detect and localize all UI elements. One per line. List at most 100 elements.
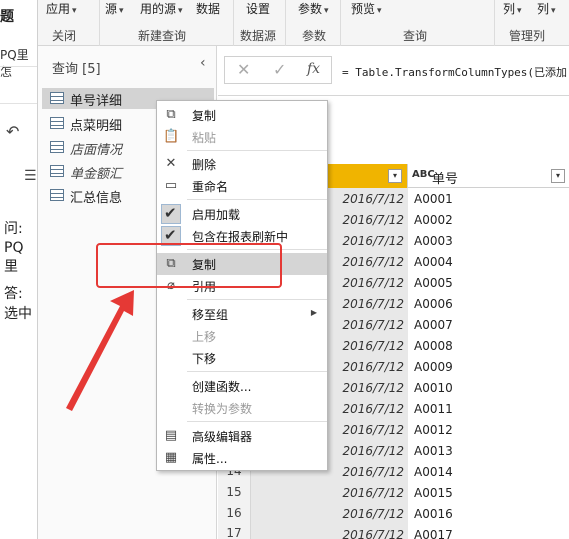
date-cell[interactable]: 2016/7/12 xyxy=(342,213,404,227)
menu-label: 创建函数... xyxy=(192,380,252,394)
menu-label: 启用加载 xyxy=(192,208,241,222)
used-sources-label: 用的源 xyxy=(140,2,177,16)
date-cell[interactable]: 2016/7/12 xyxy=(342,402,404,416)
menu-label: 下移 xyxy=(192,352,217,366)
apply-button[interactable]: 应用 ▾ xyxy=(46,0,77,17)
menu-item-paste[interactable]: 📋 粘贴 xyxy=(157,126,327,148)
order-code-cell[interactable]: A0012 xyxy=(414,423,453,437)
question-label: 问: xyxy=(4,221,23,237)
menu-item-enable-load[interactable]: ✔ 启用加载 xyxy=(157,203,327,225)
menu-separator xyxy=(187,421,327,422)
order-code-cell[interactable]: A0007 xyxy=(414,318,453,332)
order-code-cell[interactable]: A0013 xyxy=(414,444,453,458)
date-cell[interactable]: 2016/7/12 xyxy=(342,276,404,290)
order-code-cell[interactable]: A0011 xyxy=(414,402,453,416)
chevron-down-icon: ▾ xyxy=(377,6,382,16)
order-code-cell[interactable]: A0001 xyxy=(414,192,453,206)
paste-icon: 📋 xyxy=(163,129,180,144)
divider xyxy=(0,103,37,104)
date-cell[interactable]: 2016/7/12 xyxy=(342,486,404,500)
source-button[interactable]: 源 ▾ xyxy=(105,0,124,17)
rename-icon: ▭ xyxy=(164,178,178,193)
align-icon[interactable]: ☰ xyxy=(24,168,37,184)
ribbon-group-data-source: 设置 数据源 xyxy=(234,0,286,46)
menu-item-move-to-group[interactable]: 移至组 ▶ xyxy=(157,303,327,325)
menu-item-create-function[interactable]: 创建函数... xyxy=(157,375,327,397)
undo-icon[interactable]: ↶ xyxy=(6,122,19,141)
group-label-parameters: 参数 xyxy=(302,29,327,43)
chevron-down-icon: ▾ xyxy=(517,6,522,16)
ribbon-group-new-query: 源 ▾ 用的源 ▾ 数据 新建查询 xyxy=(100,0,234,46)
order-code-cell[interactable]: A0016 xyxy=(414,507,453,521)
doc-tab[interactable]: PQ里怎 xyxy=(0,46,37,80)
menu-label: 复制 xyxy=(192,109,217,123)
collapse-pane-icon[interactable]: ‹ xyxy=(200,55,206,71)
order-code-cell[interactable]: A0004 xyxy=(414,255,453,269)
menu-item-rename[interactable]: ▭ 重命名 xyxy=(157,175,327,197)
menu-item-move-up[interactable]: 上移 xyxy=(157,325,327,347)
confirm-icon[interactable]: ✓ xyxy=(273,60,286,79)
date-cell[interactable]: 2016/7/12 xyxy=(342,297,404,311)
column-header-label: 单号 xyxy=(432,172,459,187)
date-cell[interactable]: 2016/7/12 xyxy=(342,444,404,458)
date-cell[interactable]: 2016/7/12 xyxy=(342,423,404,437)
menu-item-copy[interactable]: ⧉ 复制 xyxy=(157,104,327,126)
query-label: 单号详细 xyxy=(70,94,123,109)
menu-item-move-down[interactable]: 下移 xyxy=(157,347,327,369)
column-header-order-no[interactable]: ABC 单号 ▾ xyxy=(408,164,569,188)
menu-item-properties[interactable]: ▦ 属性... xyxy=(157,447,327,469)
menu-label: 删除 xyxy=(192,158,217,172)
query-label: 店面情况 xyxy=(70,143,123,158)
group-label-query: 查询 xyxy=(403,29,428,43)
params-button[interactable]: 参数 ▾ xyxy=(298,0,329,17)
column-button-1[interactable]: 列 ▾ xyxy=(503,0,522,17)
date-cell[interactable]: 2016/7/12 xyxy=(342,381,404,395)
copy-icon: ⧉ xyxy=(166,107,176,122)
order-code-cell[interactable]: A0003 xyxy=(414,234,453,248)
preview-button[interactable]: 预览 ▾ xyxy=(351,0,382,17)
order-code-cell[interactable]: A0002 xyxy=(414,213,453,227)
order-code-cell[interactable]: A0010 xyxy=(414,381,453,395)
formula-bar: ✕ ✓ fx = Table.TransformColumnTypes(已添加 xyxy=(218,46,569,96)
date-cell[interactable]: 2016/7/12 xyxy=(342,528,404,539)
order-code-cell[interactable]: A0017 xyxy=(414,528,453,539)
ribbon-group-manage-columns: 列 ▾ 列 ▾ 管理列 xyxy=(495,0,569,46)
filter-dropdown-icon[interactable]: ▾ xyxy=(388,169,402,183)
order-code-cell[interactable]: A0008 xyxy=(414,339,453,353)
menu-item-advanced-editor[interactable]: ▤ 高级编辑器 xyxy=(157,425,327,447)
settings-button[interactable]: 设置 xyxy=(246,0,270,17)
data-button[interactable]: 数据 xyxy=(196,0,220,17)
menu-label: 高级编辑器 xyxy=(192,430,253,444)
table-icon xyxy=(50,117,64,129)
date-cell[interactable]: 2016/7/12 xyxy=(342,507,404,521)
order-code-cell[interactable]: A0015 xyxy=(414,486,453,500)
menu-separator xyxy=(187,299,327,300)
date-cell[interactable]: 2016/7/12 xyxy=(342,318,404,332)
date-cell[interactable]: 2016/7/12 xyxy=(342,255,404,269)
queries-pane-title: 查询 [5] xyxy=(52,62,101,77)
filter-dropdown-icon[interactable]: ▾ xyxy=(551,169,565,183)
function-icon[interactable]: fx xyxy=(307,61,320,77)
date-cell[interactable]: 2016/7/12 xyxy=(342,234,404,248)
date-cell[interactable]: 2016/7/12 xyxy=(342,465,404,479)
column-label-1: 列 xyxy=(503,2,516,16)
date-cell[interactable]: 2016/7/12 xyxy=(342,360,404,374)
formula-input[interactable]: = Table.TransformColumnTypes(已添加 xyxy=(342,64,567,80)
menu-item-delete[interactable]: ✕ 删除 xyxy=(157,153,327,175)
used-sources-button[interactable]: 用的源 ▾ xyxy=(140,0,183,17)
group-label-close: 关闭 xyxy=(52,29,77,43)
order-code-cell[interactable]: A0005 xyxy=(414,276,453,290)
chevron-right-icon: ▶ xyxy=(310,308,317,317)
order-code-cell[interactable]: A0014 xyxy=(414,465,453,479)
column-button-2[interactable]: 列 ▾ xyxy=(537,0,556,17)
group-label-data-source: 数据源 xyxy=(240,29,277,43)
date-cell[interactable]: 2016/7/12 xyxy=(342,339,404,353)
order-code-cell[interactable]: A0006 xyxy=(414,297,453,311)
divider xyxy=(0,66,37,67)
order-code-cell[interactable]: A0009 xyxy=(414,360,453,374)
ribbon-group-close: 应用 ▾ 关闭 xyxy=(38,0,100,46)
cancel-icon[interactable]: ✕ xyxy=(237,60,250,79)
date-cell[interactable]: 2016/7/12 xyxy=(342,192,404,206)
row-number: 17 xyxy=(226,526,242,539)
menu-item-convert-to-parameter[interactable]: 转换为参数 xyxy=(157,397,327,419)
